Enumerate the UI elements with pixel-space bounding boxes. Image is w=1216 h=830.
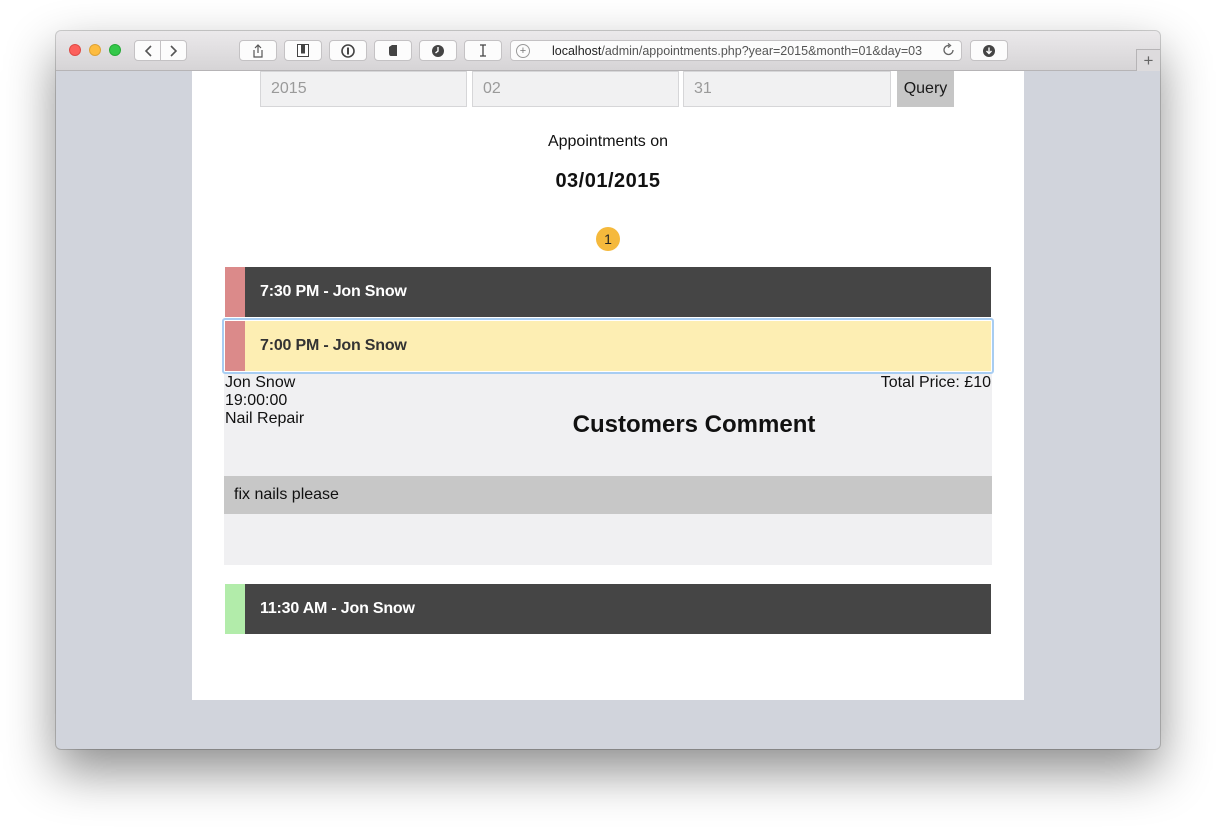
minimize-window-button[interactable] xyxy=(89,44,101,56)
download-icon[interactable] xyxy=(970,40,1008,61)
reading-list-icon[interactable] xyxy=(284,40,322,61)
appointment-title: 7:00 PM - Jon Snow xyxy=(260,337,407,354)
day-input[interactable]: 31 xyxy=(683,71,891,107)
address-bar[interactable]: + localhost/admin/appointments.php?year=… xyxy=(510,40,962,61)
appointment-title: 7:30 PM - Jon Snow xyxy=(260,283,407,300)
forward-icon[interactable] xyxy=(160,41,186,60)
appointment-time: 19:00:00 xyxy=(225,392,288,409)
appointment-details: Jon Snow 19:00:00 Nail Repair Total Pric… xyxy=(224,374,992,565)
back-icon[interactable] xyxy=(135,41,160,60)
history-icon[interactable] xyxy=(419,40,457,61)
appointment-title: 11:30 AM - Jon Snow xyxy=(260,600,415,617)
service-name: Nail Repair xyxy=(225,410,305,427)
zoom-window-button[interactable] xyxy=(109,44,121,56)
url-path: /admin/appointments.php?year=2015&month=… xyxy=(601,43,923,58)
appointment-count-badge: 1 xyxy=(596,227,620,251)
browser-window: + localhost/admin/appointments.php?year=… xyxy=(56,31,1160,749)
appointment-row-expanded[interactable]: 7:00 PM - Jon Snow xyxy=(225,321,991,371)
close-window-button[interactable] xyxy=(69,44,81,56)
password-icon[interactable] xyxy=(329,40,367,61)
month-input[interactable]: 02 xyxy=(472,71,679,107)
appointment-row[interactable]: 11:30 AM - Jon Snow xyxy=(225,584,991,634)
url-host: localhost xyxy=(552,43,602,58)
evernote-icon[interactable] xyxy=(374,40,412,61)
customer-comment: fix nails please xyxy=(224,476,992,514)
year-input[interactable]: 2015 xyxy=(260,71,467,107)
reload-icon[interactable] xyxy=(943,42,955,59)
status-stripe xyxy=(225,321,245,371)
appointments-label: Appointments on xyxy=(547,133,669,150)
page-content: 2015 02 31 Query Appointments on 03/01/2… xyxy=(192,71,1024,700)
comment-heading: Customers Comment xyxy=(572,411,816,438)
customer-name: Jon Snow xyxy=(225,374,296,391)
status-stripe xyxy=(225,267,245,317)
query-button[interactable]: Query xyxy=(897,71,954,107)
new-tab-icon[interactable]: + xyxy=(1136,49,1160,71)
appointment-row[interactable]: 7:30 PM - Jon Snow xyxy=(225,267,991,317)
text-cursor-icon[interactable] xyxy=(464,40,502,61)
nav-buttons xyxy=(134,40,187,61)
share-icon[interactable] xyxy=(239,40,277,61)
add-icon[interactable]: + xyxy=(516,43,530,58)
status-stripe xyxy=(225,584,245,634)
browser-toolbar: + localhost/admin/appointments.php?year=… xyxy=(56,31,1160,71)
appointments-date: 03/01/2015 xyxy=(555,170,661,192)
total-price: Total Price: £10 xyxy=(880,374,991,391)
